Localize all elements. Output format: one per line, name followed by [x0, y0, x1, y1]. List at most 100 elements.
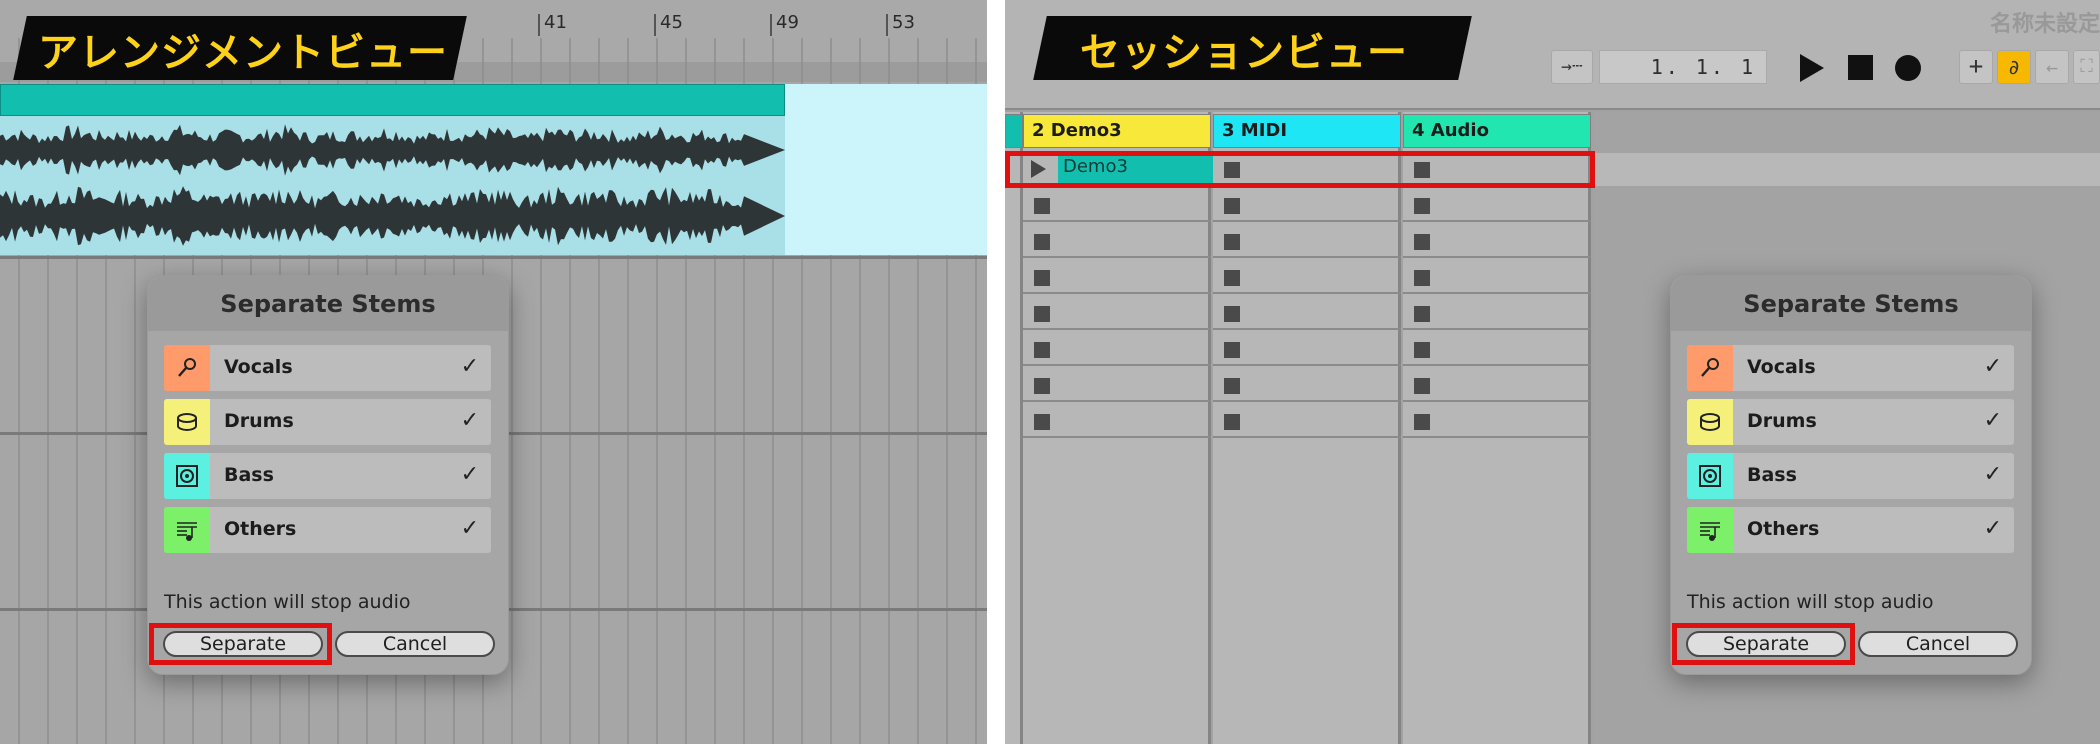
- dialog-title: Separate Stems: [220, 290, 436, 318]
- clip-slot[interactable]: [1403, 225, 1591, 258]
- stop-button-icon[interactable]: [1034, 342, 1050, 358]
- clip-slot[interactable]: [1403, 369, 1591, 402]
- stop-button-icon[interactable]: [1034, 198, 1050, 214]
- microphone-icon: [164, 345, 210, 391]
- stem-label: Bass: [1747, 464, 1797, 486]
- separate-stems-dialog: Separate Stems Vocals ✓ Drums ✓ Bass ✓ Others ✓…: [1670, 275, 2032, 675]
- clip-slot[interactable]: [1023, 405, 1211, 438]
- clip-slot[interactable]: [1023, 225, 1211, 258]
- checkmark-icon[interactable]: ✓: [461, 462, 479, 487]
- clip-slot[interactable]: [1023, 333, 1211, 366]
- session-view: セッションビュー 名称未設定 →┄ 1. 1. 1 + ∂ ← ⛶ 2 Demo…: [1005, 0, 2100, 744]
- clip-slot[interactable]: [1403, 297, 1591, 330]
- stem-label: Drums: [224, 410, 294, 432]
- stop-button-icon[interactable]: [1034, 414, 1050, 430]
- stem-row-vocals[interactable]: Vocals ✓: [164, 345, 491, 391]
- stop-button-icon[interactable]: [1224, 198, 1240, 214]
- play-icon[interactable]: [1800, 54, 1824, 82]
- arrangement-view: 41 45 49 53 アレンジメントビュー Separate Stems Vo…: [0, 0, 987, 744]
- checkmark-icon[interactable]: ✓: [1984, 516, 2002, 541]
- audio-clip-header[interactable]: [0, 84, 785, 116]
- view-title: セッションビュー: [1080, 30, 1408, 76]
- score-icon: [164, 507, 210, 553]
- drum-icon: [1687, 399, 1733, 445]
- track-header-demo3[interactable]: 2 Demo3: [1023, 114, 1211, 148]
- track-header-midi[interactable]: 3 MIDI: [1213, 114, 1401, 148]
- stop-button-icon[interactable]: [1414, 234, 1430, 250]
- clip-slot[interactable]: [1213, 261, 1401, 294]
- speaker-icon: [164, 453, 210, 499]
- stop-button-icon[interactable]: [1034, 378, 1050, 394]
- link-icon[interactable]: ∂: [1997, 50, 2031, 84]
- stem-row-vocals[interactable]: Vocals ✓: [1687, 345, 2014, 391]
- stop-button-icon[interactable]: [1414, 378, 1430, 394]
- scene-highlight: [1594, 153, 2100, 186]
- stop-button-icon[interactable]: [1414, 342, 1430, 358]
- clip-slot[interactable]: [1403, 405, 1591, 438]
- clip-slot[interactable]: [1213, 405, 1401, 438]
- stop-button-icon[interactable]: [1414, 198, 1430, 214]
- highlight-scene-row: [1005, 151, 1595, 188]
- stem-row-others[interactable]: Others ✓: [1687, 507, 2014, 553]
- stem-label: Drums: [1747, 410, 1817, 432]
- track-header-hidden[interactable]: [1005, 114, 1023, 148]
- checkmark-icon[interactable]: ✓: [461, 408, 479, 433]
- expand-icon[interactable]: ⛶: [2073, 50, 2100, 84]
- checkmark-icon[interactable]: ✓: [461, 516, 479, 541]
- clip-slot[interactable]: [1403, 333, 1591, 366]
- stem-row-others[interactable]: Others ✓: [164, 507, 491, 553]
- clip-slot[interactable]: [1403, 189, 1591, 222]
- stem-label: Vocals: [1747, 356, 1816, 378]
- checkmark-icon[interactable]: ✓: [1984, 462, 2002, 487]
- stop-button-icon[interactable]: [1224, 342, 1240, 358]
- dialog-note: This action will stop audio: [1687, 591, 1934, 613]
- stem-row-bass[interactable]: Bass ✓: [1687, 453, 2014, 499]
- stem-label: Others: [1747, 518, 1820, 540]
- clip-slot[interactable]: [1023, 189, 1211, 222]
- clip-slot[interactable]: [1213, 297, 1401, 330]
- song-position[interactable]: 1. 1. 1: [1599, 50, 1767, 84]
- stop-button-icon[interactable]: [1224, 306, 1240, 322]
- drum-icon: [164, 399, 210, 445]
- checkmark-icon[interactable]: ✓: [1984, 408, 2002, 433]
- stop-button-icon[interactable]: [1224, 270, 1240, 286]
- clip-slot[interactable]: [1023, 297, 1211, 330]
- stem-row-drums[interactable]: Drums ✓: [164, 399, 491, 445]
- record-icon[interactable]: [1895, 55, 1921, 81]
- stop-button-icon[interactable]: [1414, 414, 1430, 430]
- stem-row-drums[interactable]: Drums ✓: [1687, 399, 2014, 445]
- view-title: アレンジメントビュー: [38, 30, 448, 76]
- stop-button-icon[interactable]: [1224, 414, 1240, 430]
- clip-slot[interactable]: [1213, 189, 1401, 222]
- clip-slot[interactable]: [1213, 225, 1401, 258]
- checkmark-icon[interactable]: ✓: [461, 354, 479, 379]
- panel-divider: [987, 0, 1005, 744]
- clip-slot[interactable]: [1023, 261, 1211, 294]
- stop-button-icon[interactable]: [1034, 306, 1050, 322]
- arrow-follow-icon[interactable]: →┄: [1551, 50, 1593, 84]
- time-selection[interactable]: [785, 84, 987, 255]
- stop-button-icon[interactable]: [1224, 234, 1240, 250]
- stop-button-icon[interactable]: [1414, 270, 1430, 286]
- plus-icon[interactable]: +: [1959, 50, 1993, 84]
- clip-slot[interactable]: [1023, 369, 1211, 402]
- stop-icon[interactable]: [1848, 55, 1873, 80]
- stop-button-icon[interactable]: [1224, 378, 1240, 394]
- stop-button-icon[interactable]: [1034, 270, 1050, 286]
- dialog-title: Separate Stems: [1743, 290, 1959, 318]
- arrow-left-icon[interactable]: ←: [2035, 50, 2069, 84]
- clip-slot[interactable]: [1213, 333, 1401, 366]
- clip-slot[interactable]: [1403, 261, 1591, 294]
- checkmark-icon[interactable]: ✓: [1984, 354, 2002, 379]
- microphone-icon: [1687, 345, 1733, 391]
- track-column-hidden: [1005, 112, 1023, 744]
- stop-button-icon[interactable]: [1414, 306, 1430, 322]
- cancel-button[interactable]: Cancel: [335, 631, 495, 657]
- cancel-button[interactable]: Cancel: [1858, 631, 2018, 657]
- stop-button-icon[interactable]: [1034, 234, 1050, 250]
- stem-row-bass[interactable]: Bass ✓: [164, 453, 491, 499]
- score-icon: [1687, 507, 1733, 553]
- track-header-audio[interactable]: 4 Audio: [1403, 114, 1591, 148]
- clip-slot[interactable]: [1213, 369, 1401, 402]
- project-name: 名称未設定: [1989, 12, 2100, 37]
